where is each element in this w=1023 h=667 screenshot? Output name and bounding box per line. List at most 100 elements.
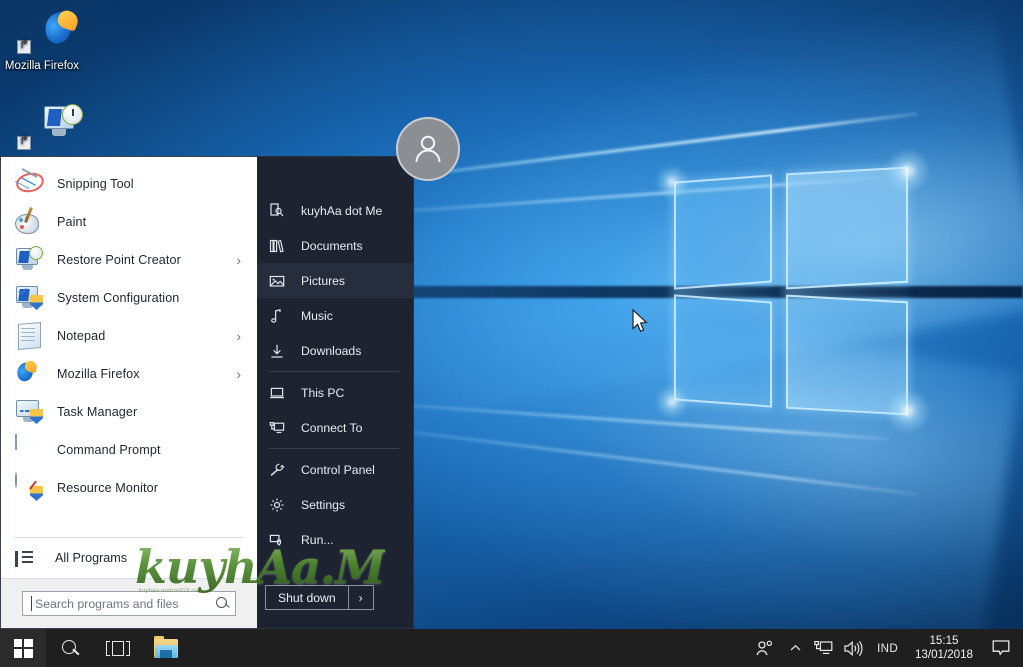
start-menu-left-panel: Snipping Tool Paint Restore Point Creato… bbox=[0, 156, 257, 629]
start-menu-item-mozilla-firefox[interactable]: Mozilla Firefox › bbox=[1, 355, 257, 393]
start-button[interactable] bbox=[0, 629, 46, 667]
task-view-button[interactable] bbox=[94, 629, 142, 667]
restore-point-creator-icon bbox=[15, 245, 45, 275]
tray-overflow-button[interactable] bbox=[782, 629, 808, 667]
start-menu-item-task-manager[interactable]: Task Manager bbox=[1, 393, 257, 431]
shutdown-group[interactable]: Shut down › bbox=[265, 585, 374, 610]
network-button[interactable] bbox=[808, 629, 838, 667]
start-menu-place-label: Documents bbox=[301, 238, 363, 253]
search-input[interactable] bbox=[35, 596, 216, 611]
people-icon bbox=[756, 640, 773, 656]
start-menu[interactable]: Snipping Tool Paint Restore Point Creato… bbox=[0, 117, 460, 629]
connect-to-icon bbox=[269, 420, 291, 436]
control-panel-icon bbox=[269, 462, 291, 478]
start-menu-right-divider bbox=[269, 448, 399, 449]
start-menu-item-label: Notepad bbox=[57, 329, 106, 343]
system-configuration-icon bbox=[15, 283, 45, 313]
chevron-right-icon[interactable]: › bbox=[236, 366, 251, 382]
start-menu-place-downloads[interactable]: Downloads bbox=[257, 333, 413, 368]
search-icon bbox=[61, 639, 79, 657]
chevron-right-icon[interactable]: › bbox=[236, 252, 251, 268]
task-view-icon bbox=[106, 640, 130, 656]
windows-logo-icon bbox=[13, 638, 33, 658]
start-menu-place-user-folder[interactable]: kuyhAa dot Me bbox=[257, 193, 413, 228]
run-icon bbox=[269, 532, 291, 548]
all-programs-icon bbox=[15, 550, 33, 567]
wallpaper-spark bbox=[655, 165, 689, 199]
wallpaper-pane bbox=[674, 294, 772, 408]
start-menu-item-label: Mozilla Firefox bbox=[57, 367, 140, 381]
start-menu-right-panel: kuyhAa dot Me Documents Pictures Music D… bbox=[257, 117, 460, 629]
start-menu-right-divider bbox=[269, 371, 399, 372]
shutdown-button[interactable]: Shut down bbox=[265, 585, 349, 610]
volume-button[interactable] bbox=[838, 629, 868, 667]
clock-time: 15:15 bbox=[929, 633, 959, 647]
shutdown-options-arrow[interactable]: › bbox=[348, 585, 374, 610]
start-menu-place-label: Music bbox=[301, 308, 333, 323]
start-menu-place-label: Pictures bbox=[301, 273, 346, 288]
start-menu-item-command-prompt[interactable]: Command Prompt bbox=[1, 431, 257, 469]
start-menu-place-settings[interactable]: Settings bbox=[257, 487, 413, 522]
search-icon[interactable] bbox=[216, 597, 229, 610]
documents-icon bbox=[269, 238, 291, 254]
notepad-icon bbox=[15, 321, 45, 351]
desktop-icon-firefox[interactable]: Mozilla Firefox bbox=[4, 8, 80, 73]
snipping-tool-icon bbox=[15, 169, 45, 199]
action-center-button[interactable] bbox=[981, 629, 1021, 667]
file-explorer-button[interactable] bbox=[142, 629, 190, 667]
start-menu-item-label: Paint bbox=[57, 215, 87, 229]
start-menu-item-label: Restore Point Creator bbox=[57, 253, 181, 267]
search-taskbar-button[interactable] bbox=[46, 629, 94, 667]
all-programs-button[interactable]: All Programs bbox=[1, 538, 257, 578]
start-menu-place-label: Settings bbox=[301, 497, 346, 512]
start-menu-place-pictures[interactable]: Pictures bbox=[257, 263, 413, 298]
wallpaper-spark bbox=[655, 385, 689, 419]
start-menu-place-connect-to[interactable]: Connect To bbox=[257, 410, 413, 445]
settings-gear-icon bbox=[269, 497, 291, 513]
start-menu-place-label: kuyhAa dot Me bbox=[301, 203, 383, 218]
command-prompt-icon bbox=[15, 434, 45, 465]
start-menu-item-snipping-tool[interactable]: Snipping Tool bbox=[1, 165, 257, 203]
start-menu-item-notepad[interactable]: Notepad › bbox=[1, 317, 257, 355]
taskbar[interactable]: IND 15:15 13/01/2018 bbox=[0, 629, 1023, 667]
volume-icon bbox=[844, 640, 863, 656]
paint-icon bbox=[15, 207, 45, 237]
people-button[interactable] bbox=[748, 629, 782, 667]
desktop[interactable]: Mozilla Firefox Snipping Tool bbox=[0, 0, 1023, 667]
start-menu-item-resource-monitor[interactable]: Resource Monitor bbox=[1, 469, 257, 507]
firefox-icon bbox=[15, 359, 45, 389]
desktop-icon-label: Mozilla Firefox bbox=[4, 60, 80, 72]
clock-date: 13/01/2018 bbox=[914, 647, 974, 661]
wallpaper-spark bbox=[885, 148, 931, 194]
wallpaper-spark bbox=[885, 388, 931, 434]
avatar[interactable] bbox=[396, 117, 460, 181]
user-folder-icon bbox=[269, 202, 291, 219]
system-tray[interactable]: IND 15:15 13/01/2018 bbox=[748, 629, 1023, 667]
start-menu-place-control-panel[interactable]: Control Panel bbox=[257, 452, 413, 487]
start-menu-item-paint[interactable]: Paint bbox=[1, 203, 257, 241]
downloads-icon bbox=[269, 343, 291, 359]
start-menu-place-label: Downloads bbox=[301, 343, 362, 358]
this-pc-icon bbox=[269, 385, 291, 401]
desktop-icon-restore-point-creator[interactable] bbox=[4, 104, 83, 155]
start-menu-place-music[interactable]: Music bbox=[257, 298, 413, 333]
start-menu-place-this-pc[interactable]: This PC bbox=[257, 375, 413, 410]
start-menu-item-label: Snipping Tool bbox=[57, 177, 134, 191]
chevron-right-icon[interactable]: › bbox=[236, 328, 251, 344]
start-menu-place-label: Connect To bbox=[301, 420, 363, 435]
start-menu-item-system-configuration[interactable]: System Configuration bbox=[1, 279, 257, 317]
start-menu-place-documents[interactable]: Documents bbox=[257, 228, 413, 263]
search-box[interactable] bbox=[22, 591, 236, 616]
start-menu-item-label: Resource Monitor bbox=[57, 481, 158, 495]
wallpaper-pane bbox=[674, 174, 772, 290]
clock[interactable]: 15:15 13/01/2018 bbox=[907, 634, 981, 663]
start-menu-item-label: Task Manager bbox=[57, 405, 138, 419]
start-menu-place-label: Control Panel bbox=[301, 462, 375, 477]
language-indicator[interactable]: IND bbox=[868, 642, 907, 655]
network-icon bbox=[813, 641, 833, 654]
firefox-icon bbox=[4, 8, 80, 56]
start-menu-place-run[interactable]: Run... bbox=[257, 522, 413, 557]
start-menu-item-restore-point-creator[interactable]: Restore Point Creator › bbox=[1, 241, 257, 279]
restore-point-creator-icon bbox=[4, 104, 83, 152]
user-avatar-icon bbox=[415, 135, 441, 163]
